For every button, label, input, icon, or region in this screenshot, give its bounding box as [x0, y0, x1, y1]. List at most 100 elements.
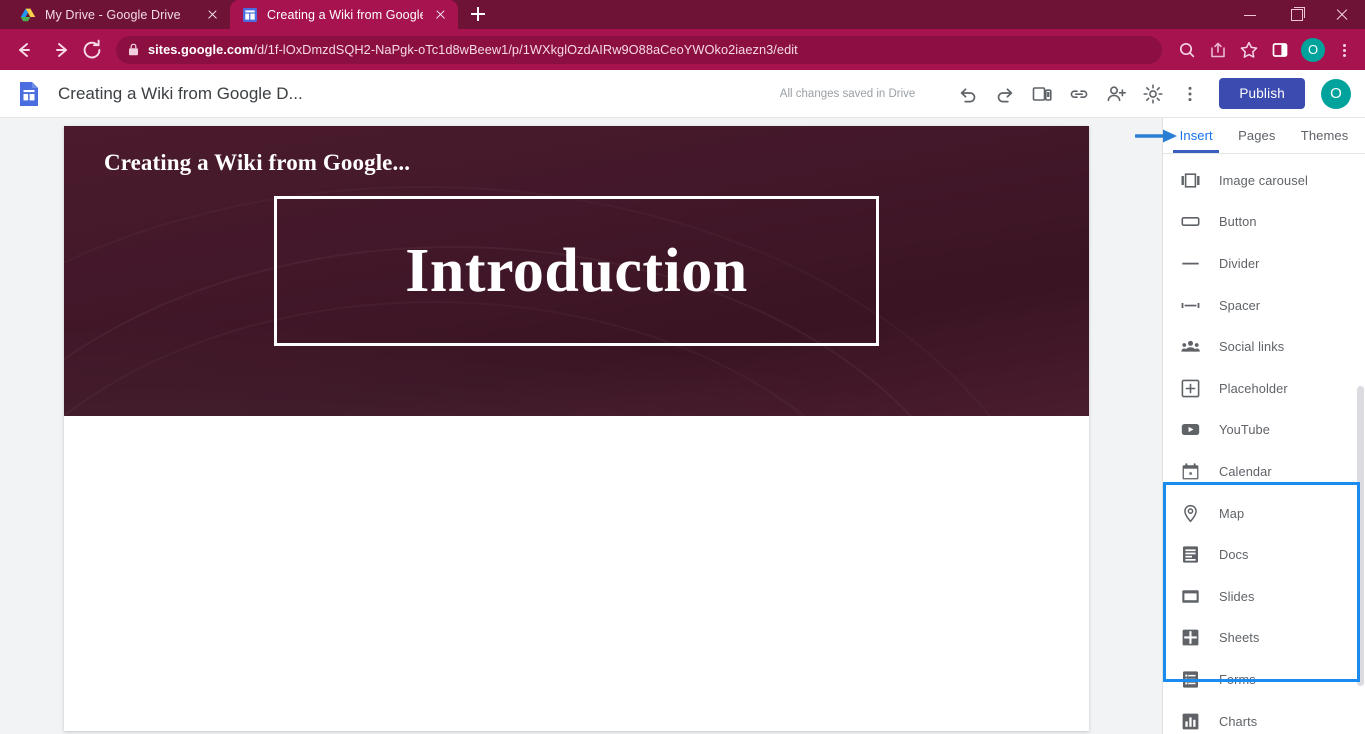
share-icon[interactable] [1203, 35, 1233, 65]
banner-site-title[interactable]: Creating a Wiki from Google... [104, 150, 410, 176]
insert-item-sheets[interactable]: Sheets [1163, 617, 1365, 659]
tab-insert[interactable]: Insert [1167, 118, 1225, 153]
chrome-profile-avatar[interactable]: O [1301, 37, 1325, 62]
tab-themes[interactable]: Themes [1288, 118, 1361, 153]
bookmark-star-icon[interactable] [1234, 35, 1264, 65]
insert-item-label: Forms [1219, 671, 1256, 687]
calendar-icon [1181, 462, 1200, 481]
google-sites-editor: Creating a Wiki from Google D... All cha… [0, 70, 1365, 734]
page-heading-textbox[interactable]: Introduction [274, 196, 879, 346]
social-links-icon [1181, 337, 1200, 356]
account-avatar[interactable]: O [1321, 78, 1351, 109]
map-pin-icon [1181, 504, 1200, 523]
insert-item-youtube[interactable]: YouTube [1163, 409, 1365, 451]
browser-toolbar: sites.google.com/d/1f-lOxDmzdSQH2-NaPgk-… [0, 29, 1365, 70]
insert-item-list: Image carousel Button Divider Spacer Soc… [1163, 154, 1365, 734]
google-sites-logo[interactable] [14, 79, 44, 109]
page-banner[interactable]: Creating a Wiki from Google... Introduct… [64, 126, 1089, 416]
google-slides-icon [1181, 587, 1200, 606]
more-options-icon[interactable] [1177, 81, 1203, 107]
insert-item-label: Spacer [1219, 297, 1261, 313]
google-sheets-icon [1181, 628, 1200, 647]
close-window-button[interactable] [1319, 0, 1365, 29]
button-icon [1181, 212, 1200, 231]
page-title[interactable]: Creating a Wiki from Google D... [58, 84, 303, 104]
tab-pages[interactable]: Pages [1225, 118, 1288, 153]
new-tab-button[interactable] [464, 0, 492, 28]
tab-themes-label: Themes [1300, 127, 1349, 143]
sites-toolbar-icons [955, 81, 1203, 107]
sites-header-bar: Creating a Wiki from Google D... All cha… [0, 70, 1365, 118]
insert-item-label: Sheets [1219, 630, 1260, 646]
insert-item-label: Image carousel [1219, 172, 1308, 188]
insert-item-label: Charts [1219, 713, 1258, 729]
back-button[interactable] [8, 34, 40, 66]
insert-item-spacer[interactable]: Spacer [1163, 284, 1365, 326]
insert-item-label: Slides [1219, 588, 1255, 604]
site-page-card[interactable]: Creating a Wiki from Google... Introduct… [64, 126, 1089, 731]
search-icon[interactable] [1172, 35, 1202, 65]
spacer-icon [1181, 296, 1200, 315]
insert-item-label: Placeholder [1219, 380, 1288, 396]
image-carousel-icon [1181, 171, 1200, 190]
close-icon[interactable] [432, 7, 448, 23]
forward-button[interactable] [42, 34, 74, 66]
youtube-icon [1181, 420, 1200, 439]
insert-item-charts[interactable]: Charts [1163, 700, 1365, 734]
browser-window: My Drive - Google Drive Creating a Wiki … [0, 0, 1365, 734]
google-forms-icon [1181, 670, 1200, 689]
insert-item-slides[interactable]: Slides [1163, 575, 1365, 617]
minimize-button[interactable] [1227, 0, 1273, 29]
lock-icon [128, 43, 139, 56]
toolbar-icon-group: O [1172, 35, 1357, 65]
page-heading-text: Introduction [405, 237, 748, 305]
divider-icon [1181, 254, 1200, 273]
url-path: /d/1f-lOxDmzdSQH2-NaPgk-oTc1d8wBeew1/p/1… [253, 42, 798, 57]
insert-panel: Insert Pages Themes Image carousel Butto… [1135, 118, 1365, 734]
browser-tab-title: My Drive - Google Drive [45, 7, 181, 22]
insert-item-label: Divider [1219, 256, 1260, 272]
panel-scrollbar-thumb[interactable] [1357, 386, 1364, 686]
insert-item-docs[interactable]: Docs [1163, 534, 1365, 576]
panel-tab-bar: Insert Pages Themes [1135, 118, 1365, 154]
reload-button[interactable] [76, 34, 108, 66]
insert-item-placeholder[interactable]: Placeholder [1163, 368, 1365, 410]
page-canvas: Creating a Wiki from Google... Introduct… [0, 118, 1162, 734]
side-panel-icon[interactable] [1265, 35, 1295, 65]
undo-icon[interactable] [955, 81, 981, 107]
publish-button[interactable]: Publish [1219, 78, 1305, 109]
insert-item-label: Docs [1219, 547, 1249, 563]
google-sites-icon [242, 7, 258, 23]
insert-item-label: Button [1219, 214, 1257, 230]
google-docs-icon [1181, 545, 1200, 564]
insert-item-calendar[interactable]: Calendar [1163, 451, 1365, 493]
google-drive-icon [20, 7, 36, 23]
insert-item-image-carousel[interactable]: Image carousel [1163, 160, 1365, 202]
url-domain: sites.google.com [148, 42, 254, 57]
copy-link-icon[interactable] [1066, 81, 1092, 107]
settings-gear-icon[interactable] [1140, 81, 1166, 107]
close-icon[interactable] [204, 7, 220, 23]
address-bar[interactable]: sites.google.com/d/1f-lOxDmzdSQH2-NaPgk-… [116, 35, 1162, 64]
browser-tab-google-sites[interactable]: Creating a Wiki from Google Doc [230, 0, 458, 29]
insert-item-label: Map [1219, 505, 1245, 521]
browser-tab-title: Creating a Wiki from Google Doc [267, 7, 423, 22]
insert-item-social-links[interactable]: Social links [1163, 326, 1365, 368]
insert-item-button[interactable]: Button [1163, 201, 1365, 243]
page-content-area[interactable] [64, 416, 1089, 731]
insert-item-divider[interactable]: Divider [1163, 243, 1365, 285]
save-status-text: All changes saved in Drive [779, 87, 916, 100]
insert-item-map[interactable]: Map [1163, 492, 1365, 534]
chrome-menu-icon[interactable] [1331, 35, 1357, 65]
tab-pages-label: Pages [1238, 127, 1276, 143]
browser-tab-my-drive[interactable]: My Drive - Google Drive [8, 0, 230, 29]
preview-icon[interactable] [1029, 81, 1055, 107]
redo-icon[interactable] [992, 81, 1018, 107]
insert-item-forms[interactable]: Forms [1163, 659, 1365, 701]
insert-item-label: Social links [1219, 339, 1285, 355]
add-editor-icon[interactable] [1103, 81, 1129, 107]
editor-body: Creating a Wiki from Google... Introduct… [0, 118, 1365, 734]
insert-item-label: YouTube [1219, 422, 1270, 438]
maximize-button[interactable] [1273, 0, 1319, 29]
insert-item-label: Calendar [1219, 463, 1272, 479]
